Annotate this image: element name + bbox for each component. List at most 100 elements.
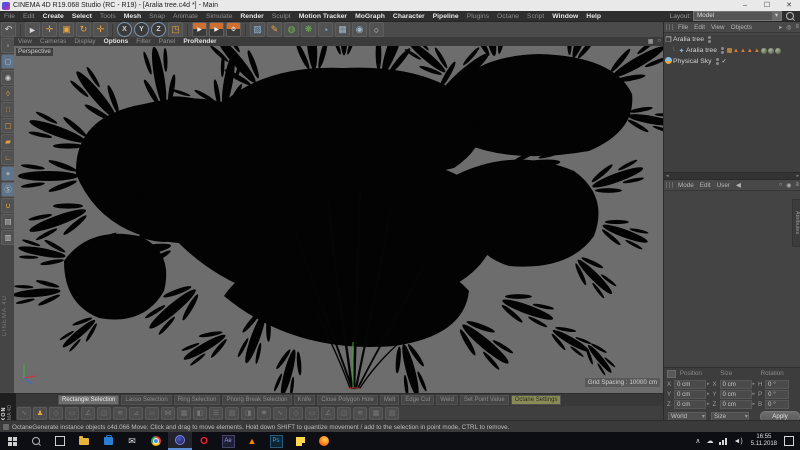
close-button[interactable]: ✕ <box>778 0 800 11</box>
menu-item[interactable]: Pipeline <box>429 13 463 20</box>
attributes-menu-item[interactable]: User <box>714 182 733 189</box>
y-axis-lock-button[interactable]: Y <box>134 22 149 37</box>
view-reset-icon[interactable]: ○ <box>655 38 663 45</box>
modeling-command-button[interactable]: Lasso Selection <box>121 395 171 405</box>
modeling-command-button[interactable]: Knife <box>294 395 316 405</box>
objects-menu-icon[interactable]: ▸ <box>777 24 784 31</box>
cinema4d-taskbar-button[interactable] <box>168 432 192 450</box>
modeling-tool-icon[interactable]: ◇ <box>49 407 63 420</box>
attributes-menu-item[interactable]: Mode <box>675 182 697 189</box>
modeling-tool-icon[interactable]: ▭ <box>305 407 319 420</box>
network-icon[interactable] <box>716 438 730 445</box>
modeling-tool-icon[interactable]: ☰ <box>209 407 223 420</box>
modeling-tool-icon[interactable]: ◫ <box>97 407 111 420</box>
modeling-tool-icon[interactable]: ∠ <box>81 407 95 420</box>
attributes-side-tab[interactable]: Attributes <box>792 199 800 247</box>
visibility-dots[interactable] <box>721 47 724 54</box>
menu-item[interactable]: MoGraph <box>351 13 389 20</box>
camera-button[interactable]: ◉ <box>352 22 367 37</box>
quad-view-icon[interactable]: ▦ <box>646 38 656 45</box>
modeling-command-button[interactable]: Ring Selection <box>174 395 221 405</box>
modeling-command-button[interactable]: Close Polygon Hole <box>317 395 378 405</box>
modeling-command-button[interactable]: Rectangle Selection <box>58 395 119 405</box>
render-picture-viewer-button[interactable]: ▶ <box>209 22 224 37</box>
panel-grip-icon[interactable] <box>666 24 673 30</box>
modeling-tool-icon[interactable]: ≋ <box>353 407 367 420</box>
modeling-tool-icon[interactable]: ▤ <box>225 407 239 420</box>
modeling-tool-icon[interactable]: ♟ <box>33 407 47 420</box>
menu-item[interactable]: Edit <box>19 13 39 20</box>
after-effects-button[interactable]: Ae <box>216 432 240 450</box>
modeling-command-button[interactable]: Melt <box>380 395 399 405</box>
attributes-menu-icon[interactable]: ○ <box>777 182 785 188</box>
modeling-command-button[interactable]: Set Point Value <box>460 395 509 405</box>
opera-button[interactable]: O <box>192 432 216 450</box>
menu-item[interactable]: Mesh <box>120 13 145 20</box>
add-cube-button[interactable]: ▨ <box>250 22 265 37</box>
mode-rail-icon[interactable]: ▰ <box>1 134 15 149</box>
visibility-dots[interactable] <box>716 58 719 65</box>
selection-tag-icon[interactable]: ▲ <box>754 48 760 54</box>
modeling-tool-icon[interactable]: ▦ <box>177 407 191 420</box>
selection-tag-icon[interactable]: ▲ <box>747 48 753 54</box>
mode-rail-icon[interactable]: ▫ <box>1 38 15 53</box>
size-field[interactable]: 0 cm <box>720 390 752 399</box>
task-view-button[interactable] <box>48 432 72 450</box>
octane-tag-icon[interactable] <box>727 48 732 53</box>
add-floor-button[interactable]: ◍ <box>284 22 299 37</box>
mail-button[interactable]: ✉ <box>120 432 144 450</box>
material-tag-icon[interactable] <box>775 48 781 54</box>
firefox-button[interactable] <box>312 432 336 450</box>
start-button[interactable] <box>0 432 24 450</box>
mode-rail-icon[interactable]: ⌖ <box>1 166 15 181</box>
modeling-tool-icon[interactable]: ≋ <box>113 407 127 420</box>
modeling-tool-icon[interactable]: ∿ <box>273 407 287 420</box>
taskbar-search-button[interactable] <box>24 432 48 450</box>
x-axis-lock-button[interactable]: X <box>117 22 132 37</box>
maximize-button[interactable]: ☐ <box>756 0 778 11</box>
visibility-dots[interactable] <box>708 36 711 43</box>
z-axis-lock-button[interactable]: Z <box>151 22 166 37</box>
object-row-aralia-child[interactable]: └ ✦ Aralia tree ▲ ▲ ▲ ▲ <box>670 46 800 55</box>
objects-menu-item[interactable]: File <box>675 24 691 31</box>
menu-item[interactable]: Script <box>523 13 548 20</box>
mode-rail-icon[interactable]: ◻ <box>1 54 15 69</box>
position-field[interactable]: 0 cm <box>674 400 706 409</box>
tag-strip[interactable]: ▲ ▲ ▲ ▲ <box>727 48 781 54</box>
size-field[interactable]: 0 cm <box>720 400 752 409</box>
position-field[interactable]: 0 cm <box>674 390 706 399</box>
menu-item[interactable]: Window <box>548 13 582 20</box>
size-field[interactable]: 0 cm <box>720 380 752 389</box>
mode-rail-icon[interactable]: ∟ <box>1 150 15 165</box>
mode-rail-icon[interactable]: ▢ <box>1 118 15 133</box>
history-back-icon[interactable]: ◀ <box>733 182 744 189</box>
render-settings-button[interactable]: ⚙ <box>226 22 241 37</box>
spinner-icon[interactable]: ▸ <box>753 391 756 397</box>
objects-scrollbar[interactable]: ◂▸ <box>664 172 800 180</box>
mode-rail-icon[interactable]: ∪ <box>1 198 15 213</box>
selection-tag-icon[interactable]: ▲ <box>733 48 739 54</box>
viewport-canvas[interactable]: Perspective <box>14 46 663 393</box>
menu-item[interactable]: Character <box>389 13 429 20</box>
object-row-physical-sky[interactable]: Physical Sky ✓ <box>664 57 800 66</box>
viewport-menu-item[interactable]: ProRender <box>179 38 220 45</box>
modeling-tool-icon[interactable]: ▦ <box>369 407 383 420</box>
viewport-menu-item[interactable]: View <box>14 38 36 45</box>
spline-pen-button[interactable]: ✎ <box>267 22 282 37</box>
menu-item[interactable]: Plugins <box>463 13 493 20</box>
modeling-command-button[interactable]: Octane Settings <box>511 395 562 405</box>
mode-rail-icon[interactable]: ▥ <box>1 230 15 245</box>
modeling-tool-icon[interactable]: ▭ <box>65 407 79 420</box>
object-label[interactable]: Aralia tree <box>673 36 704 43</box>
onedrive-cloud-icon[interactable]: ☁ <box>703 437 716 445</box>
undo-icon[interactable]: ↶ <box>1 22 16 37</box>
modeling-tool-icon[interactable]: ◇ <box>289 407 303 420</box>
modeling-tool-icon[interactable]: ◫ <box>337 407 351 420</box>
layout-select[interactable]: Model ▾ <box>693 11 782 21</box>
coordinate-system-icon[interactable]: ◳ <box>168 22 183 37</box>
mode-rail-icon[interactable]: ◊ <box>1 86 15 101</box>
viewport-menu-item[interactable]: Panel <box>155 38 180 45</box>
object-row-aralia-parent[interactable]: ❐ Aralia tree <box>664 35 800 44</box>
chrome-button[interactable] <box>144 432 168 450</box>
last-tool-icon[interactable]: ✛ <box>93 22 108 37</box>
